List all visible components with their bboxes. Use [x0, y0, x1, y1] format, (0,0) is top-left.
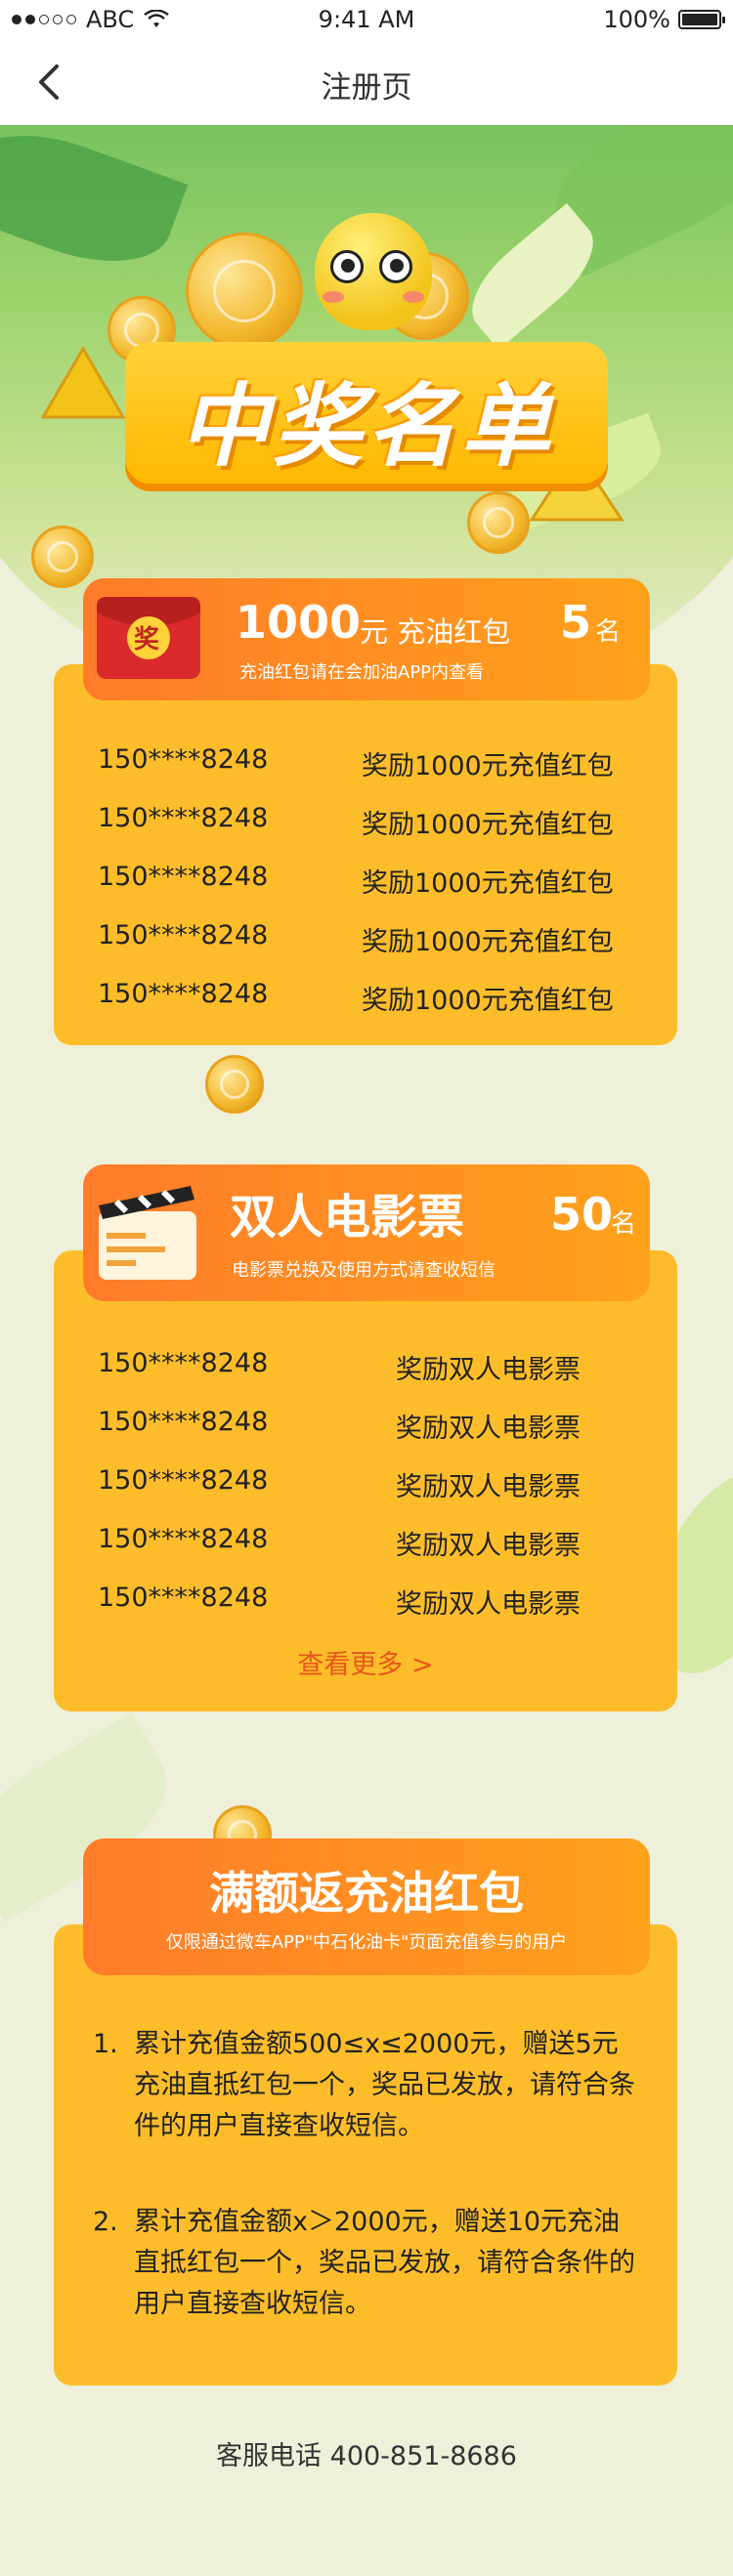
prize-card-cash: 150****8248 奖励1000元充值红包 150****8248 奖励10…	[54, 664, 677, 1045]
rules-subtitle: 仅限通过微车APP"中石化油卡"页面充值参与的用户	[165, 1932, 568, 1953]
rice-dumpling-icon	[40, 346, 126, 419]
prize-card-movie: 150****8248 奖励双人电影票 150****8248 奖励双人电影票 …	[54, 1250, 677, 1711]
prize-amount: 1000	[236, 596, 362, 649]
view-more-link[interactable]: 查看更多 >	[54, 1643, 677, 1681]
prize-subtitle: 充油红包请在会加油APP内查看	[239, 662, 485, 683]
winner-phone: 150****8248	[98, 803, 269, 833]
winner-count: 5	[560, 596, 592, 649]
prize-name: 元 充油红包	[360, 615, 511, 649]
winner-phone: 150****8248	[98, 1348, 269, 1378]
winner-phone: 150****8248	[98, 862, 269, 892]
winner-reward: 奖励1000元充值红包	[362, 868, 614, 899]
prize-subtitle: 电影票兑换及使用方式请查收短信	[232, 1260, 496, 1281]
rules-header: 满额返充油红包 仅限通过微车APP"中石化油卡"页面充值参与的用户	[83, 1838, 650, 1975]
clapperboard-icon	[99, 1186, 196, 1280]
winner-count-unit: 名	[595, 617, 622, 647]
winner-reward: 奖励双人电影票	[396, 1355, 581, 1385]
coin-icon	[31, 526, 94, 588]
winner-phone: 150****8248	[98, 1524, 269, 1554]
winner-phone: 150****8248	[98, 1407, 269, 1437]
prize-header-movie: 双人电影票 电影票兑换及使用方式请查收短信 50 名	[83, 1164, 650, 1301]
page-title: 注册页	[321, 70, 412, 106]
rule-text: 累计充值金额x＞2000元，赠送10元充油直抵红包一个，奖品已发放，请符合条件的…	[134, 2207, 635, 2319]
winner-phone: 150****8248	[98, 1583, 269, 1613]
coin-icon	[186, 232, 303, 350]
winner-reward: 奖励双人电影票	[396, 1531, 581, 1561]
winner-reward: 奖励双人电影票	[396, 1472, 581, 1502]
winner-phone: 150****8248	[98, 979, 269, 1009]
rule-item: 1. 累计充值金额500≤x≤2000元，赠送5元充油直抵红包一个，奖品已发放，…	[93, 2024, 640, 2147]
rules-card: 1. 累计充值金额500≤x≤2000元，赠送5元充油直抵红包一个，奖品已发放，…	[54, 1924, 677, 2386]
prize-name: 双人电影票	[230, 1190, 465, 1245]
prize-header-cash: 奖 1000 元 充油红包 充油红包请在会加油APP内查看 5 名	[83, 578, 650, 700]
winner-phone: 150****8248	[98, 1465, 269, 1496]
winner-count: 50	[550, 1188, 614, 1241]
red-envelope-badge-text: 奖	[134, 625, 160, 655]
winner-reward: 奖励1000元充值红包	[362, 810, 614, 840]
battery-label: 100%	[603, 6, 670, 33]
nav-bar: 注册页	[0, 39, 733, 125]
rule-item: 2. 累计充值金额x＞2000元，赠送10元充油直抵红包一个，奖品已发放，请符合…	[93, 2202, 640, 2325]
hero-banner: 中奖名单	[0, 125, 733, 633]
status-bar: ABC 9:41 AM 100%	[0, 0, 733, 39]
winner-phone: 150****8248	[98, 744, 269, 775]
rule-text: 累计充值金额500≤x≤2000元，赠送5元充油直抵红包一个，奖品已发放，请符合…	[134, 2029, 635, 2141]
mascot-illustration	[315, 213, 432, 330]
coin-icon	[205, 1055, 264, 1114]
customer-service-hotline[interactable]: 客服电话 400-851-8686	[0, 2434, 733, 2472]
winner-reward: 奖励1000元充值红包	[362, 986, 614, 1016]
winner-phone: 150****8248	[98, 920, 269, 950]
winners-banner: 中奖名单	[125, 342, 608, 484]
winner-reward: 奖励双人电影票	[396, 1589, 581, 1620]
winner-count-unit: 名	[611, 1209, 637, 1239]
banner-title: 中奖名单	[178, 374, 554, 479]
rules-title: 满额返充油红包	[209, 1867, 524, 1920]
winner-reward: 奖励1000元充值红包	[362, 927, 614, 957]
battery-icon	[678, 10, 725, 29]
winner-reward: 奖励1000元充值红包	[362, 751, 614, 781]
coin-icon	[467, 491, 530, 554]
rule-number: 1.	[93, 2029, 118, 2059]
winner-reward: 奖励双人电影票	[396, 1414, 581, 1444]
rule-number: 2.	[93, 2207, 118, 2237]
status-right: 100%	[603, 6, 725, 33]
